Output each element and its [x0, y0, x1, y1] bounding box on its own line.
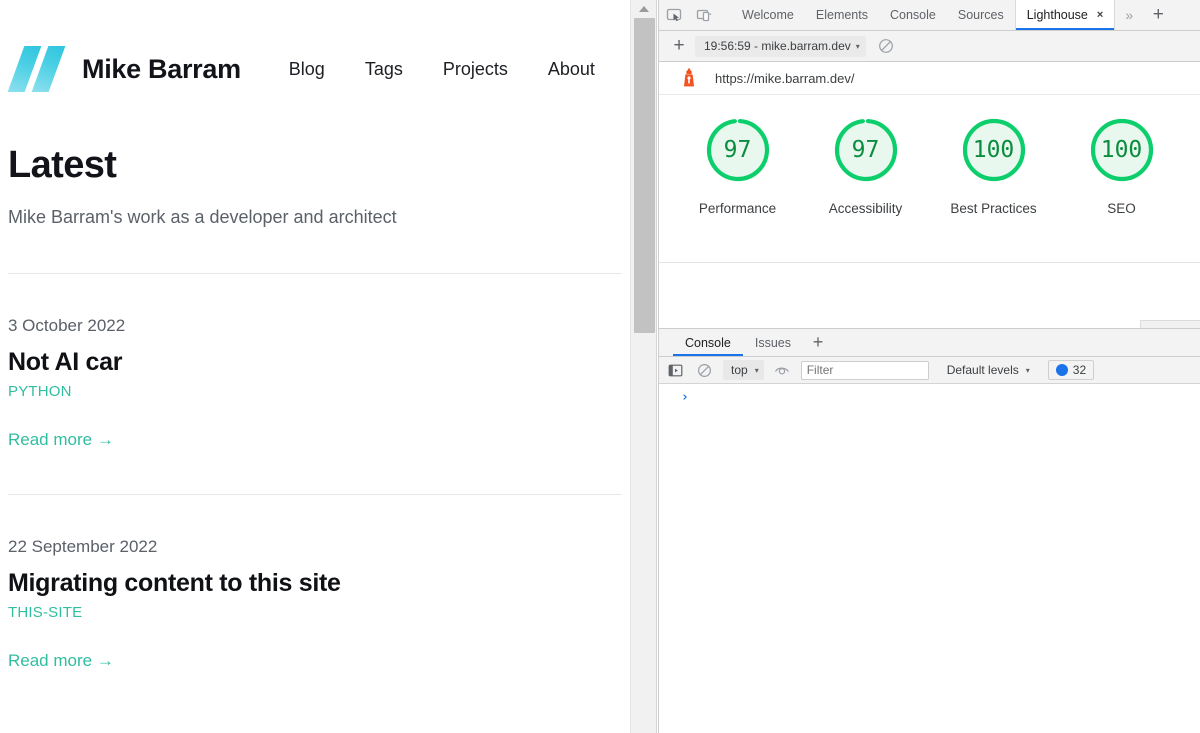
console-output[interactable]: ›: [659, 384, 1200, 733]
tab-welcome[interactable]: Welcome: [731, 0, 805, 30]
partial-panel-edge: [1140, 320, 1200, 328]
tab-label: Welcome: [742, 8, 794, 22]
tab-console[interactable]: Console: [879, 0, 947, 30]
gauge-score: 97: [851, 137, 880, 163]
drawer-tab-issues[interactable]: Issues: [743, 329, 803, 356]
score-gauge-seo[interactable]: 100 SEO: [1072, 113, 1172, 219]
message-count-badge[interactable]: 32: [1047, 360, 1095, 380]
chevron-down-icon: ▾: [855, 41, 860, 51]
report-run-selector[interactable]: 19:56:59 - mike.barram.dev ▾: [695, 35, 866, 57]
clear-console-icon[interactable]: [694, 361, 715, 380]
tab-lighthouse[interactable]: Lighthouse ×: [1014, 0, 1116, 30]
tab-label: Elements: [815, 8, 868, 22]
nav-item-about[interactable]: About: [528, 59, 615, 80]
page-tagline: Mike Barram's work as a developer and ar…: [8, 207, 397, 227]
post-tag[interactable]: PYTHON: [8, 383, 622, 400]
add-drawer-tab-button[interactable]: +: [803, 329, 833, 356]
tab-label: Console: [889, 8, 936, 22]
website-viewport: Mike Barram Blog Tags Projects About ☾ L…: [0, 0, 630, 733]
gauge-ring: 100: [957, 113, 1031, 187]
drawer-tab-label: Issues: [754, 335, 792, 350]
nav-item-tags[interactable]: Tags: [345, 59, 423, 80]
lighthouse-score-gauges: 97 Performance 97 Accessibility 100 Best…: [659, 95, 1200, 219]
lighthouse-toolbar: + 19:56:59 - mike.barram.dev ▾: [659, 31, 1200, 62]
site-logo-icon[interactable]: [7, 46, 66, 92]
live-expression-icon[interactable]: [772, 361, 793, 380]
page-content: Latest Mike Barram's work as a developer…: [0, 144, 630, 671]
audited-url[interactable]: https://mike.barram.dev/: [715, 71, 854, 86]
log-levels-selector[interactable]: Default levels ▾: [947, 363, 1030, 377]
gauge-label: SEO: [1107, 201, 1136, 216]
add-tab-button[interactable]: +: [1143, 0, 1173, 30]
gauge-label: Accessibility: [828, 201, 903, 216]
read-more-link[interactable]: Read more →: [8, 430, 114, 450]
page-scrollbar[interactable]: [630, 0, 657, 733]
site-header: Mike Barram Blog Tags Projects About ☾: [0, 0, 630, 100]
post-date: 3 October 2022: [8, 316, 126, 335]
gauge-ring: 97: [829, 113, 903, 187]
filter-input[interactable]: [800, 360, 929, 380]
gauge-ring: 100: [1085, 113, 1159, 187]
read-more-link[interactable]: Read more →: [8, 651, 114, 671]
tab-label: Sources: [957, 8, 1004, 22]
gauge-ring: 97: [701, 113, 775, 187]
gauge-label: Performance: [698, 201, 777, 216]
score-gauge-best-practices[interactable]: 100 Best Practices: [944, 113, 1044, 219]
report-run-label: 19:56:59 - mike.barram.dev: [704, 39, 851, 53]
console-prompt[interactable]: ›: [659, 384, 1200, 405]
post-date: 22 September 2022: [8, 537, 158, 556]
nav-item-projects[interactable]: Projects: [423, 59, 528, 80]
gauge-label: Best Practices: [950, 201, 1037, 216]
devtools-tabbar: Welcome Elements Console Sources Lightho…: [659, 0, 1200, 31]
execution-context-selector[interactable]: top ▾: [723, 360, 764, 380]
post-list-item: 22 September 2022 Migrating content to t…: [8, 495, 622, 671]
message-count: 32: [1072, 363, 1087, 377]
more-tabs-icon[interactable]: »: [1115, 0, 1143, 30]
console-sidebar-icon[interactable]: [665, 361, 686, 380]
info-icon: [1055, 364, 1068, 376]
chevron-down-icon: ▾: [1025, 365, 1030, 375]
post-title[interactable]: Not AI car: [8, 348, 622, 377]
log-levels-label: Default levels: [946, 363, 1019, 377]
close-icon[interactable]: ×: [1097, 9, 1103, 21]
site-nav: Blog Tags Projects About: [269, 59, 615, 80]
new-report-button[interactable]: +: [663, 35, 695, 57]
tab-sources[interactable]: Sources: [947, 0, 1015, 30]
lighthouse-url-bar: https://mike.barram.dev/: [659, 62, 1200, 95]
score-gauge-performance[interactable]: 97 Performance: [688, 113, 788, 219]
score-gauge-accessibility[interactable]: 97 Accessibility: [816, 113, 916, 219]
screenshot-root: Mike Barram Blog Tags Projects About ☾ L…: [0, 0, 1200, 733]
gauge-score: 97: [723, 137, 752, 163]
post-list-item: 3 October 2022 Not AI car PYTHON Read mo…: [8, 274, 622, 495]
scrollbar-thumb[interactable]: [634, 18, 655, 333]
post-tag[interactable]: THIS-SITE: [8, 604, 622, 621]
drawer-tab-label: Console: [685, 335, 731, 350]
page-title: Latest: [8, 144, 117, 186]
execution-context-label: top: [731, 363, 748, 377]
gauge-score: 100: [972, 137, 1015, 163]
lighthouse-icon: [681, 67, 697, 90]
chevron-down-icon: ▾: [754, 365, 759, 375]
tab-elements[interactable]: Elements: [805, 0, 879, 30]
device-toolbar-icon[interactable]: [689, 0, 719, 30]
console-toolbar: top ▾ Default levels ▾ 32: [659, 357, 1200, 384]
console-drawer: Console Issues + top ▾ Filter Default le…: [659, 328, 1200, 733]
gauge-score: 100: [1100, 137, 1143, 163]
scroll-up-arrow-icon[interactable]: [631, 0, 656, 17]
nav-item-blog[interactable]: Blog: [269, 59, 345, 80]
clear-icon[interactable]: [878, 38, 894, 54]
report-divider: [659, 262, 1200, 263]
inspect-element-icon[interactable]: [659, 0, 689, 30]
post-title[interactable]: Migrating content to this site: [8, 569, 622, 598]
drawer-tabbar: Console Issues +: [659, 329, 1200, 357]
tab-label: Lighthouse: [1026, 8, 1088, 22]
site-brand[interactable]: Mike Barram: [82, 54, 241, 85]
devtools-panel: Welcome Elements Console Sources Lightho…: [658, 0, 1200, 733]
drawer-tab-console[interactable]: Console: [673, 329, 743, 356]
